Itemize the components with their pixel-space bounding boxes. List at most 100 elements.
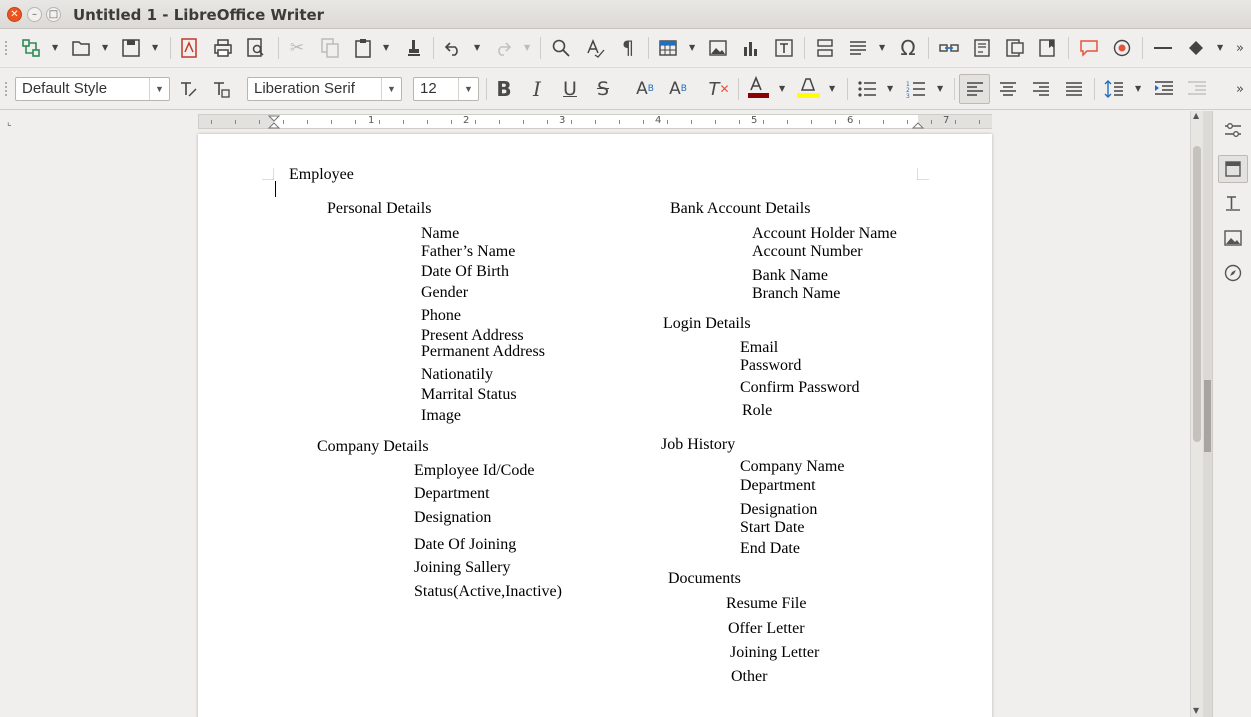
list-item: Password <box>740 357 802 374</box>
document-page[interactable]: Employee Personal Details Name Father’s … <box>198 134 992 717</box>
update-style-icon[interactable] <box>176 76 200 102</box>
chevron-down-icon[interactable]: ▼ <box>887 84 893 93</box>
chevron-down-icon[interactable]: ▼ <box>879 43 885 52</box>
navigator-sidebar-icon[interactable] <box>1218 259 1248 287</box>
chevron-down-icon[interactable]: ▼ <box>102 43 108 52</box>
endnote-icon[interactable] <box>1002 35 1028 61</box>
undo-icon[interactable] <box>440 35 466 61</box>
navigator-icon[interactable] <box>18 35 44 61</box>
font-size-select[interactable]: 12 ▼ <box>413 77 479 101</box>
first-line-indent-marker[interactable] <box>268 115 280 129</box>
underline-icon[interactable]: U <box>558 76 582 102</box>
bold-icon[interactable]: B <box>492 76 516 102</box>
more-icon[interactable]: » <box>1232 35 1248 61</box>
chevron-down-icon[interactable]: ▼ <box>524 43 530 52</box>
save-icon[interactable] <box>118 35 144 61</box>
toolbar-grip[interactable] <box>4 40 8 56</box>
insert-table-icon[interactable] <box>655 35 681 61</box>
insert-line-icon[interactable] <box>1150 35 1176 61</box>
ruler-tick <box>643 120 644 124</box>
ruler-tick <box>883 120 884 124</box>
chevron-down-icon[interactable]: ▼ <box>937 84 943 93</box>
properties-icon[interactable] <box>1218 116 1248 144</box>
find-replace-icon[interactable] <box>548 35 574 61</box>
align-right-icon[interactable] <box>1028 76 1054 102</box>
chevron-down-icon[interactable]: ▼ <box>52 43 58 52</box>
more-icon[interactable]: » <box>1232 76 1248 102</box>
close-window-button[interactable]: ✕ <box>7 7 22 22</box>
insert-chart-icon[interactable] <box>738 35 764 61</box>
basic-shapes-icon[interactable] <box>1183 35 1209 61</box>
justify-icon[interactable] <box>1061 76 1087 102</box>
font-color-icon[interactable] <box>744 74 772 100</box>
insert-image-icon[interactable] <box>705 35 731 61</box>
list-item: Department <box>740 477 816 494</box>
strikethrough-icon[interactable]: S <box>591 76 615 102</box>
align-center-icon[interactable] <box>995 76 1021 102</box>
hyperlink-icon[interactable] <box>936 35 962 61</box>
special-character-icon[interactable]: Ω <box>895 35 921 61</box>
copy-icon[interactable] <box>317 35 343 61</box>
right-indent-marker[interactable] <box>912 115 924 129</box>
bookmark-icon[interactable] <box>1035 35 1061 61</box>
formatting-marks-icon[interactable]: ¶ <box>615 35 641 61</box>
footnote-icon[interactable] <box>969 35 995 61</box>
comment-icon[interactable] <box>1076 35 1102 61</box>
ruler-tick <box>283 120 284 124</box>
clear-formatting-icon[interactable]: T ✕ <box>707 76 731 102</box>
export-pdf-icon[interactable] <box>176 35 202 61</box>
font-name-select[interactable]: Liberation Serif ▼ <box>247 77 402 101</box>
ordered-list-icon[interactable]: 123 <box>904 76 928 102</box>
unordered-list-icon[interactable] <box>855 76 879 102</box>
window-title: Untitled 1 - LibreOffice Writer <box>73 6 325 24</box>
section-heading: Personal Details <box>327 200 432 217</box>
italic-icon[interactable]: I <box>525 76 549 102</box>
subscript-icon[interactable]: AB <box>666 76 690 102</box>
paragraph-style-select[interactable]: Default Style ▼ <box>15 77 170 101</box>
chevron-down-icon[interactable]: ▼ <box>383 43 389 52</box>
chevron-down-icon[interactable]: ▼ <box>381 78 401 100</box>
ruler-number: 4 <box>655 115 662 126</box>
track-changes-icon[interactable] <box>1109 35 1135 61</box>
cut-icon[interactable]: ✂ <box>284 35 310 61</box>
highlight-icon[interactable] <box>794 74 822 100</box>
chevron-down-icon[interactable]: ▼ <box>1217 43 1223 52</box>
clone-format-icon[interactable] <box>400 35 426 61</box>
open-icon[interactable] <box>68 35 94 61</box>
chevron-down-icon[interactable]: ▼ <box>152 43 158 52</box>
chevron-down-icon[interactable]: ▼ <box>779 84 785 93</box>
insert-field-icon[interactable] <box>845 35 871 61</box>
page-break-icon[interactable] <box>812 35 838 61</box>
chevron-down-icon[interactable]: ▼ <box>149 78 169 100</box>
decrease-indent-icon[interactable] <box>1184 76 1210 102</box>
gallery-icon[interactable] <box>1218 224 1248 252</box>
redo-icon[interactable] <box>490 35 516 61</box>
vertical-scrollbar[interactable]: ▲ ▼ <box>1190 111 1203 717</box>
scroll-down-icon[interactable]: ▼ <box>1193 706 1199 715</box>
page-icon[interactable] <box>1218 155 1248 183</box>
minimize-window-button[interactable]: – <box>27 7 42 22</box>
print-icon[interactable] <box>210 35 236 61</box>
align-left-icon[interactable] <box>959 74 990 104</box>
styles-icon[interactable] <box>1218 189 1248 217</box>
chevron-down-icon[interactable]: ▼ <box>829 84 835 93</box>
chevron-down-icon[interactable]: ▼ <box>689 43 695 52</box>
toolbar-grip[interactable] <box>4 81 8 97</box>
print-preview-icon[interactable] <box>243 35 269 61</box>
sidebar-collapse-handle[interactable] <box>1204 380 1211 452</box>
maximize-window-button[interactable]: □ <box>46 7 61 22</box>
tab-stop-icon[interactable]: ⌞ <box>7 117 12 128</box>
superscript-icon[interactable]: AB <box>633 76 657 102</box>
chevron-down-icon[interactable]: ▼ <box>474 43 480 52</box>
paste-icon[interactable] <box>350 35 376 61</box>
chevron-down-icon[interactable]: ▼ <box>1135 84 1141 93</box>
spelling-icon[interactable] <box>582 35 608 61</box>
scroll-up-icon[interactable]: ▲ <box>1193 111 1199 120</box>
insert-textbox-icon[interactable] <box>771 35 797 61</box>
scrollbar-thumb[interactable] <box>1193 146 1201 442</box>
increase-indent-icon[interactable] <box>1151 76 1177 102</box>
line-spacing-icon[interactable] <box>1101 76 1127 102</box>
new-style-icon[interactable] <box>209 76 233 102</box>
chevron-down-icon[interactable]: ▼ <box>458 78 478 100</box>
horizontal-ruler[interactable]: 1 2 3 4 5 6 7 <box>198 114 992 129</box>
